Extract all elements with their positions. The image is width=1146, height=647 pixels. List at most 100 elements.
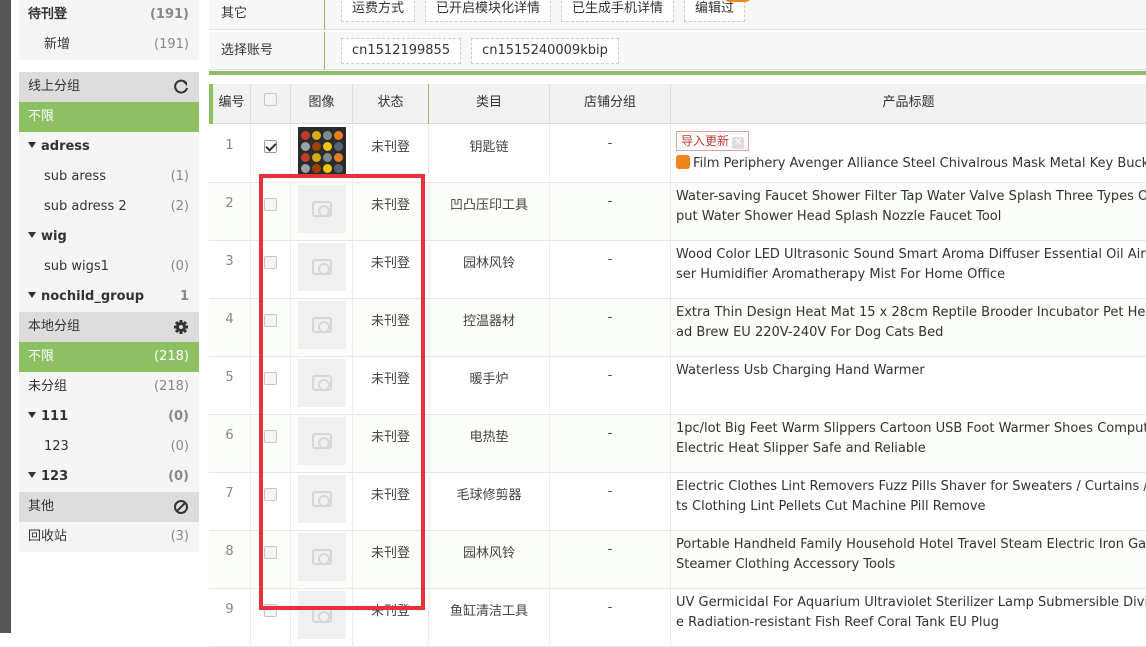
row-select[interactable] — [251, 415, 291, 473]
account-chip-2[interactable]: cn1515240009kbip — [471, 38, 619, 64]
row-checkbox[interactable] — [264, 198, 277, 211]
table-row[interactable]: 3 未刊登 园林风铃 - Wood Color LED Ultrasonic Sound… — [209, 241, 1146, 299]
filter-chip-modular[interactable]: 已开启模块化详情 — [425, 0, 552, 22]
row-select[interactable] — [251, 241, 291, 299]
sidebar-item-111[interactable]: 111 (0) — [19, 402, 199, 432]
filter-chip-shipping[interactable]: 运费方式 — [341, 0, 416, 22]
product-title-line-1[interactable]: Electric Clothes Lint Removers Fuzz Pill… — [676, 477, 1146, 497]
row-select[interactable] — [251, 125, 291, 183]
product-thumbnail-placeholder[interactable] — [297, 359, 346, 407]
row-checkbox[interactable] — [264, 314, 277, 327]
product-thumbnail-placeholder[interactable] — [297, 243, 346, 291]
row-select[interactable] — [251, 183, 291, 241]
row-select[interactable] — [251, 531, 291, 589]
table-row[interactable]: 5 未刊登 暖手炉 - Waterless Usb Charging Hand Warm… — [209, 357, 1146, 415]
filter-label: 其它 — [209, 0, 325, 30]
sidebar-item-recycle[interactable]: 回收站 (3) — [19, 522, 199, 552]
refresh-icon[interactable] — [173, 79, 189, 95]
product-title-line-2[interactable]: put Water Shower Head Splash Nozzle Fauc… — [676, 207, 1146, 227]
sidebar-item-pending[interactable]: 待刊登 (191) — [19, 0, 199, 30]
row-checkbox[interactable] — [264, 256, 277, 269]
sidebar-item-label: 待刊登 — [28, 7, 68, 22]
row-checkbox[interactable] — [264, 488, 277, 501]
sidebar-item-123[interactable]: 123 (0) — [19, 462, 199, 492]
product-thumbnail[interactable] — [297, 127, 346, 175]
ban-icon[interactable] — [173, 499, 189, 515]
product-title-line-1[interactable]: Portable Handheld Family Household Hotel… — [676, 535, 1146, 555]
table-row[interactable]: 8 未刊登 园林风铃 - Portable Handheld Family Househ… — [209, 531, 1146, 589]
sidebar-item-111-123[interactable]: 123 (0) — [19, 432, 199, 462]
table-row[interactable]: 9 未刊登 鱼缸清洁工具 - UV Germicidal For Aquarium Ul… — [209, 589, 1146, 647]
filter-chip-edited[interactable]: 编辑过102 — [684, 0, 753, 22]
product-title-line-2[interactable]: ad Brew EU 220V-240V For Dog Cats Bed — [676, 323, 1146, 343]
table-row[interactable]: 6 未刊登 电热垫 -1pc/lot Big Feet Warm Slippers C… — [209, 415, 1146, 473]
row-checkbox[interactable] — [264, 140, 277, 153]
row-select[interactable] — [251, 299, 291, 357]
col-header-status[interactable]: 状态 — [353, 84, 429, 124]
product-thumbnail-placeholder[interactable] — [297, 185, 346, 233]
product-title-line-1[interactable]: Water-saving Faucet Shower Filter Tap Wa… — [676, 187, 1146, 207]
row-select[interactable] — [251, 589, 291, 647]
filter-chip-mobile[interactable]: 已生成手机详情 — [561, 0, 675, 22]
chevron-down-icon[interactable] — [28, 232, 36, 238]
import-update-tag[interactable]: 导入更新 ✕ — [676, 131, 750, 151]
row-checkbox[interactable] — [264, 546, 277, 559]
sidebar-item-online-all[interactable]: 不限 — [19, 102, 199, 132]
col-header-store-group[interactable]: 店铺分组 — [550, 84, 671, 124]
row-checkbox[interactable] — [264, 604, 277, 617]
col-header-select-all[interactable] — [251, 84, 291, 124]
camera-icon — [311, 375, 332, 391]
product-thumbnail-placeholder[interactable] — [297, 591, 346, 639]
table-row[interactable]: 7 未刊登 毛球修剪器 - Electric Clothes Lint Removers… — [209, 473, 1146, 531]
row-select[interactable] — [251, 473, 291, 531]
sidebar-item-sub-adress-2[interactable]: sub adress 2 (2) — [19, 192, 199, 222]
col-header-num[interactable]: 编号 — [209, 84, 251, 124]
sidebar-item-label: 123 — [41, 469, 69, 484]
table-row[interactable]: 4 未刊登 控温器材 - Extra Thin Design Heat Mat 15 x… — [209, 299, 1146, 357]
sidebar-item-ungrouped[interactable]: 未分组 (218) — [19, 372, 199, 402]
col-header-title[interactable]: 产品标题 — [671, 84, 1146, 124]
product-title-line-1[interactable]: UV Germicidal For Aquarium Ultraviolet S… — [676, 593, 1146, 613]
sidebar-item-nochild-group[interactable]: nochild_group 1 — [19, 282, 199, 312]
product-title-line-1[interactable]: Waterless Usb Charging Hand Warmer — [676, 361, 1146, 381]
chevron-down-icon[interactable] — [28, 142, 36, 148]
product-title-line-1[interactable]: Extra Thin Design Heat Mat 15 x 28cm Rep… — [676, 303, 1146, 323]
product-title-line-2[interactable]: e Radiation-resistant Fish Reef Coral Ta… — [676, 613, 1146, 633]
col-header-category[interactable]: 类目 — [429, 84, 550, 124]
product-title[interactable]: Film Periphery Avenger Alliance Steel Ch… — [676, 154, 1146, 174]
sidebar-item-local-all[interactable]: 不限 (218) — [19, 342, 199, 372]
sidebar-item-adress[interactable]: adress — [19, 132, 199, 162]
product-thumbnail-placeholder[interactable] — [297, 417, 346, 465]
product-thumbnail-placeholder[interactable] — [297, 301, 346, 349]
row-select[interactable] — [251, 357, 291, 415]
chevron-down-icon[interactable] — [28, 412, 36, 418]
product-title-line-1[interactable]: 1pc/lot Big Feet Warm Slippers Cartoon U… — [676, 419, 1146, 439]
product-title-line-2[interactable]: Electric Heat Slipper Safe and Reliable — [676, 439, 1146, 459]
product-title-line-1[interactable]: Wood Color LED Ultrasonic Sound Smart Ar… — [676, 245, 1146, 265]
product-thumbnail-placeholder[interactable] — [297, 475, 346, 523]
chevron-down-icon[interactable] — [28, 292, 36, 298]
row-number: 5 — [209, 357, 251, 415]
table-row[interactable]: 1 未刊登 钥匙链 - 导入更新 ✕ Film Periphery Avenger Alli… — [209, 125, 1146, 183]
row-checkbox[interactable] — [264, 430, 277, 443]
product-title-line-2[interactable]: ser Humidifier Aromatherapy Mist For Hom… — [676, 265, 1146, 285]
account-chip-1[interactable]: cn1512199855 — [341, 38, 462, 64]
gear-icon[interactable] — [173, 319, 189, 335]
sidebar-item-new[interactable]: 新增 (191) — [19, 30, 199, 60]
row-checkbox[interactable] — [264, 372, 277, 385]
sidebar-item-sub-wigs1[interactable]: sub wigs1 (0) — [19, 252, 199, 282]
close-icon[interactable]: ✕ — [732, 137, 745, 149]
product-thumbnail-placeholder[interactable] — [297, 533, 346, 581]
product-title-line-2[interactable]: Steamer Clothing Accessory Tools — [676, 555, 1146, 575]
select-all-checkbox[interactable] — [264, 93, 277, 106]
sidebar: 待刊登 (191) 新增 (191) 线上分组 不限 adress sub ares… — [19, 0, 199, 633]
sidebar-item-sub-aress[interactable]: sub aress (1) — [19, 162, 199, 192]
sidebar-item-label: 123 — [44, 439, 69, 454]
sidebar-item-wig[interactable]: wig — [19, 222, 199, 252]
chevron-down-icon[interactable] — [28, 472, 36, 478]
product-title-line-2[interactable]: ts Clothing Lint Pellets Cut Machine Pil… — [676, 497, 1146, 517]
row-store-group: - — [550, 473, 671, 531]
section-title: 其他 — [28, 499, 55, 514]
table-row[interactable]: 2 未刊登 凹凸压印工具 - Water-saving Faucet Shower Fi… — [209, 183, 1146, 241]
col-header-image[interactable]: 图像 — [291, 84, 353, 124]
